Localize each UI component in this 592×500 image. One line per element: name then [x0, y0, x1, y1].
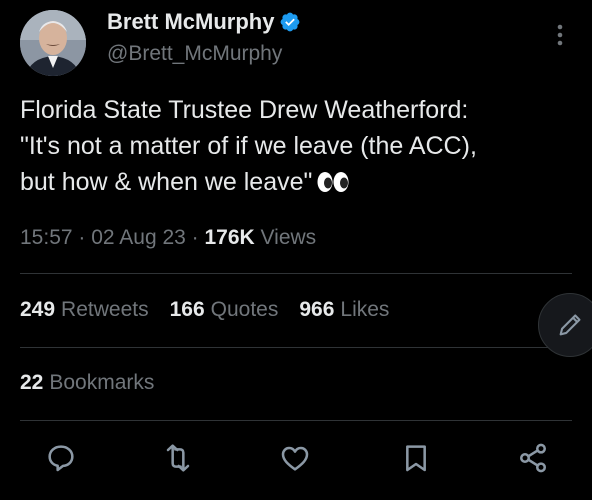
reply-icon [45, 442, 77, 474]
author-name-row[interactable]: Brett McMurphy [107, 9, 301, 35]
retweets-label: Retweets [61, 298, 149, 321]
tweet-time[interactable]: 15:57 [20, 226, 73, 249]
retweet-icon [162, 442, 194, 474]
meta-separator: · [72, 226, 92, 249]
tweet-line: "It's not a matter of if we leave (the A… [20, 132, 477, 160]
author-handle[interactable]: @Brett_McMurphy [107, 42, 282, 66]
tweet-meta: 15:57 · 02 Aug 23 · 176K Views [20, 226, 316, 250]
bookmarks-count: 22 [20, 371, 44, 394]
tweet-text: Florida State Trustee Drew Weatherford: … [20, 92, 580, 200]
views-label: Views [254, 226, 317, 249]
heart-icon [279, 442, 311, 474]
retweet-button[interactable] [160, 440, 196, 476]
likes-stat[interactable]: 966 Likes [299, 298, 389, 322]
avatar[interactable] [20, 10, 86, 76]
retweets-count: 249 [20, 298, 56, 321]
views-count: 176K [204, 226, 255, 249]
bookmark-button[interactable] [398, 440, 434, 476]
like-button[interactable] [277, 440, 313, 476]
author-display-name[interactable]: Brett McMurphy [107, 9, 274, 35]
tweet-line: Florida State Trustee Drew Weatherford: [20, 96, 469, 124]
more-vertical-icon[interactable] [550, 20, 570, 50]
retweets-stat[interactable]: 249 Retweets [20, 298, 149, 322]
divider [20, 273, 572, 274]
bookmark-icon [400, 442, 432, 474]
quotes-label: Quotes [210, 298, 279, 321]
bookmarks-stat[interactable]: 22 Bookmarks [20, 371, 154, 395]
avatar-image [20, 10, 86, 76]
eyes-emoji-icon [316, 171, 350, 193]
likes-label: Likes [340, 298, 390, 321]
divider [20, 347, 572, 348]
verified-badge-icon [279, 11, 301, 33]
divider [20, 420, 572, 421]
share-button[interactable] [515, 440, 551, 476]
tweet-date[interactable]: 02 Aug 23 [91, 226, 186, 249]
tweet-line-text: but how & when we leave" [20, 168, 313, 196]
likes-count: 966 [299, 298, 335, 321]
engagement-stats: 249 Retweets 166 Quotes 966 Likes [20, 298, 410, 322]
share-icon [517, 442, 549, 474]
meta-separator: · [185, 226, 205, 249]
quotes-count: 166 [169, 298, 205, 321]
tweet-action-bar [0, 440, 592, 484]
pen-icon [556, 311, 584, 339]
reply-button[interactable] [43, 440, 79, 476]
tweet-line: but how & when we leave" [20, 164, 580, 200]
quotes-stat[interactable]: 166 Quotes [170, 298, 279, 322]
bookmarks-label: Bookmarks [49, 371, 155, 394]
